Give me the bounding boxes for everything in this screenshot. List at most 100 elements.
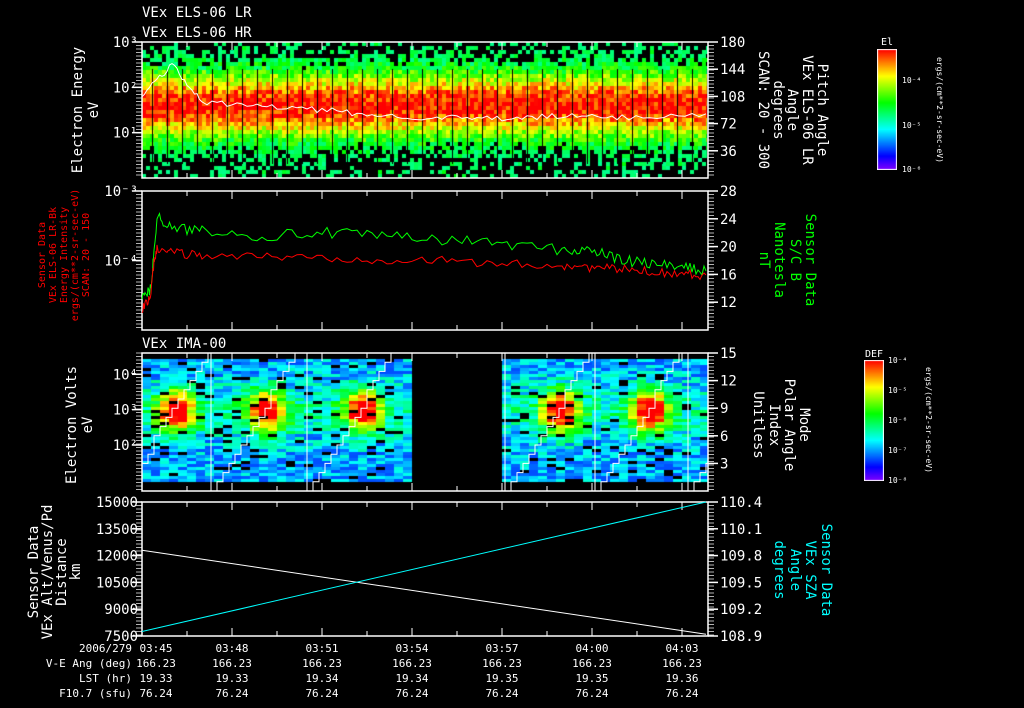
footer-cell-lst: 19.33: [139, 672, 172, 685]
footer-cell-times: 03:51: [305, 642, 338, 655]
p3-right-label-3: Unitless: [750, 391, 766, 458]
colorbar-def-tick: 10⁻⁷: [888, 446, 907, 455]
footer-cell-f107: 76.24: [575, 687, 608, 700]
title-ima: VEx IMA-00: [142, 336, 226, 352]
y2-tick-label: 109.5: [720, 575, 762, 591]
footer-cell-lst: 19.33: [215, 672, 248, 685]
y2-tick-label: 16: [720, 267, 737, 283]
y2-tick-label: 6: [720, 429, 728, 445]
p1-right-label-1: VEx ELS-06 LR: [799, 55, 815, 165]
footer-cell-f107: 76.24: [215, 687, 248, 700]
footer-row-label: F10.7 (sfu): [59, 687, 132, 700]
y-tick-label: 7500: [104, 629, 138, 645]
axes-layer: VEx ELS-06 LR VEx ELS-06 HR VEx IMA-00 E…: [26, 5, 944, 700]
y2-tick-label: 108.9: [720, 629, 762, 645]
p2-left-label-1: VEx ELS-06 LR-Bk: [48, 207, 59, 303]
colorbar-el-title: El: [881, 37, 893, 48]
p3-right-label-2: Index: [766, 404, 782, 446]
footer-cell-f107: 76.24: [665, 687, 698, 700]
p2-right-label-2: Nanotesla: [771, 222, 787, 298]
p1-left-unit: eV: [86, 101, 102, 118]
polar-angle-index-line: [142, 352, 214, 464]
p3-right-label-1: Polar Angle: [781, 379, 797, 472]
polar-angle-index-line: [595, 352, 691, 492]
p2-left-label-3: ergs/(cm**2-sr-sec-eV): [70, 189, 81, 321]
footer-cell-times: 03:45: [139, 642, 172, 655]
colorbar-def-tick: 10⁻⁵: [888, 386, 907, 395]
y2-tick-label: 144: [720, 62, 745, 78]
footer-cell-ve_ang: 166.23: [302, 657, 342, 670]
footer-cell-times: 04:00: [575, 642, 608, 655]
altitude-line: [141, 549, 707, 635]
y2-tick-label: 36: [720, 144, 737, 160]
y-tick-label: 10²: [113, 438, 138, 454]
y-tick-label: 10⁴: [113, 367, 138, 383]
plot-figure: VEx ELS-06 LR VEx ELS-06 HR VEx IMA-00 E…: [0, 0, 1024, 708]
footer-row-label: V-E Ang (deg): [46, 657, 132, 670]
p2-right-label-3: nT: [756, 252, 772, 269]
colorbar-el-tick: 10⁻⁴: [902, 76, 921, 85]
footer-cell-ve_ang: 166.23: [392, 657, 432, 670]
footer-cell-lst: 19.34: [305, 672, 338, 685]
p2-left-label-2: Energy Intensity: [59, 207, 70, 303]
footer-cell-times: 04:03: [665, 642, 698, 655]
footer-cell-f107: 76.24: [485, 687, 518, 700]
colorbar-def-tick: 10⁻⁶: [888, 416, 907, 425]
y2-tick-label: 110.4: [720, 495, 762, 511]
footer-cell-f107: 76.24: [139, 687, 172, 700]
polar-angle-index-line: [211, 352, 307, 492]
y-tick-label: 10³: [113, 403, 138, 419]
p4-left-label-3: km: [68, 564, 84, 581]
y-tick-label: 15000: [96, 495, 138, 511]
energy-intensity-line: [141, 244, 707, 314]
p3-left-unit: eV: [80, 416, 96, 433]
footer-cell-times: 03:54: [395, 642, 428, 655]
footer-cell-f107: 76.24: [395, 687, 428, 700]
p4-right-label-1: VEx SZA: [802, 540, 818, 600]
y2-tick-label: 9: [720, 401, 728, 417]
title-els-lr: VEx ELS-06 LR: [142, 5, 252, 21]
p4-right-label-0: Sensor Data: [818, 524, 834, 617]
colorbar-el-tick: 10⁻⁵: [902, 121, 921, 130]
footer-row-label: LST (hr): [79, 672, 132, 685]
footer-cell-ve_ang: 166.23: [662, 657, 702, 670]
p3-right-label-0: Mode: [796, 408, 812, 442]
sza-line: [141, 501, 707, 632]
colorbar-el-units: ergs/(cm**2-sr-sec-eV): [935, 57, 944, 163]
y2-tick-label: 3: [720, 456, 728, 472]
title-els-hr: VEx ELS-06 HR: [142, 25, 252, 41]
colorbar-def-tick: 10⁻⁴: [888, 356, 907, 365]
p4-right-label-3: degrees: [771, 540, 787, 599]
footer-cell-times: 03:48: [215, 642, 248, 655]
y2-tick-label: 72: [720, 117, 737, 133]
footer-cell-f107: 76.24: [305, 687, 338, 700]
y2-tick-label: 15: [720, 346, 737, 362]
footer-cell-ve_ang: 166.23: [136, 657, 176, 670]
p1-right-label-3: degrees: [770, 80, 786, 139]
footer-cell-times: 03:57: [485, 642, 518, 655]
panel-frame-3: [141, 352, 709, 492]
y-tick-label: 10500: [96, 575, 138, 591]
panel-frame-4: [141, 501, 709, 637]
y2-tick-label: 20: [720, 240, 737, 256]
pitch-angle-line: [141, 63, 707, 122]
colorbar-def-title: DEF: [865, 349, 883, 360]
y2-tick-label: 24: [720, 212, 737, 228]
y-tick-label: 10¹: [113, 126, 138, 142]
y-tick-label: 10⁻³: [104, 184, 138, 200]
y-tick-label: 9000: [104, 602, 138, 618]
footer-cell-lst: 19.36: [665, 672, 698, 685]
y-tick-label: 10⁻⁴: [104, 254, 138, 270]
p4-right-label-2: Angle: [787, 549, 803, 591]
p2-left-label-4: SCAN: 20 - 150: [81, 213, 92, 297]
panel-frame-1: [141, 41, 709, 179]
footer-cell-lst: 19.35: [575, 672, 608, 685]
y2-tick-label: 12: [720, 295, 737, 311]
p1-right-label-4: SCAN: 20 - 300: [755, 51, 771, 169]
y2-tick-label: 180: [720, 35, 745, 51]
y2-tick-label: 12: [720, 374, 737, 390]
y2-tick-label: 28: [720, 184, 737, 200]
footer-cell-lst: 19.34: [395, 672, 428, 685]
y2-tick-label: 109.2: [720, 602, 762, 618]
p2-right-label-0: Sensor Data: [802, 214, 818, 307]
